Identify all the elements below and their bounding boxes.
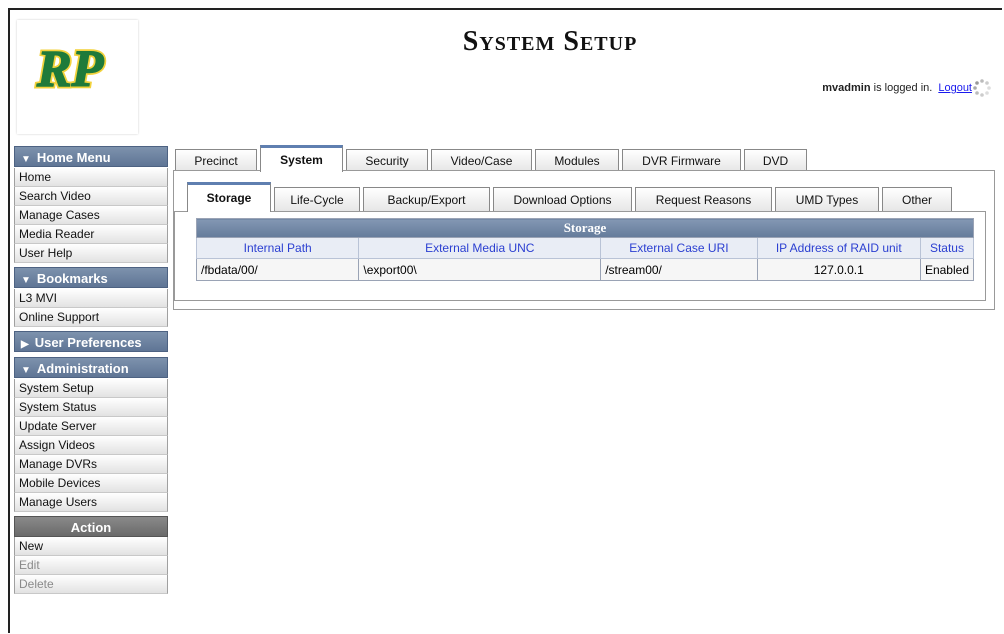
username: mvadmin: [822, 82, 871, 94]
sidebar-item-online-support[interactable]: Online Support: [14, 308, 168, 327]
page-title: System Setup: [462, 26, 638, 57]
loading-spinner-icon: [973, 79, 991, 97]
triangle-right-icon: ▶: [21, 339, 29, 350]
sidebar-item-manage-dvrs[interactable]: Manage DVRs: [14, 455, 168, 474]
triangle-down-icon: ▼: [21, 365, 31, 376]
tab-dvr-firmware[interactable]: DVR Firmware: [622, 149, 741, 171]
table-header-row: Internal Path External Media UNC Externa…: [195, 237, 975, 259]
triangle-down-icon: ▼: [21, 154, 31, 165]
action-edit: Edit: [14, 556, 168, 575]
table-row[interactable]: /fbdata/00/ \export00\ /stream00/ 127.0.…: [195, 258, 975, 281]
home-menu-header[interactable]: ▼ Home Menu: [14, 146, 168, 167]
col-external-case-uri: External Case URI: [600, 237, 758, 259]
sidebar-item-update-server[interactable]: Update Server: [14, 417, 168, 436]
tab-modules[interactable]: Modules: [535, 149, 619, 171]
action-delete: Delete: [14, 575, 168, 594]
logo: RP RP: [17, 20, 138, 134]
action-header: Action: [14, 516, 168, 537]
administration-header[interactable]: ▼ Administration: [14, 357, 168, 378]
sidebar-item-manage-users[interactable]: Manage Users: [14, 493, 168, 512]
sidebar-item-media-reader[interactable]: Media Reader: [14, 225, 168, 244]
sidebar-item-assign-videos[interactable]: Assign Videos: [14, 436, 168, 455]
cell-internal-path: /fbdata/00/: [195, 258, 360, 281]
logout-link[interactable]: Logout: [938, 82, 972, 94]
subtab-download-options[interactable]: Download Options: [493, 187, 632, 211]
sidebar-item-mobile-devices[interactable]: Mobile Devices: [14, 474, 168, 493]
login-text: is logged in.: [870, 82, 933, 94]
col-external-media-unc: External Media UNC: [358, 237, 602, 259]
sidebar-item-l3-mvi[interactable]: L3 MVI: [14, 289, 168, 308]
subtab-backup-export[interactable]: Backup/Export: [363, 187, 490, 211]
storage-table: Storage Internal Path External Media UNC…: [195, 218, 975, 281]
sidebar-item-home[interactable]: Home: [14, 168, 168, 187]
cell-status: Enabled: [919, 258, 975, 281]
cell-external-media-unc: \export00\: [358, 258, 602, 281]
sidebar-item-system-setup[interactable]: System Setup: [14, 379, 168, 398]
login-status: mvadmin is logged in. Logout: [822, 82, 972, 94]
cell-ip-address: 127.0.0.1: [756, 258, 921, 281]
svg-text:RP: RP: [36, 41, 105, 98]
cell-external-case-uri: /stream00/: [600, 258, 758, 281]
bookmarks-header[interactable]: ▼ Bookmarks: [14, 267, 168, 288]
subtab-other[interactable]: Other: [882, 187, 952, 211]
action-new[interactable]: New: [14, 537, 168, 556]
sidebar-item-search-video[interactable]: Search Video: [14, 187, 168, 206]
col-status: Status: [919, 237, 975, 259]
sidebar: ▼ Home Menu Home Search Video Manage Case…: [14, 146, 168, 594]
system-panel: Storage Life-Cycle Backup/Export Downloa…: [173, 170, 995, 310]
tab-video-case[interactable]: Video/Case: [431, 149, 532, 171]
col-ip-address: IP Address of RAID unit: [756, 237, 921, 259]
subtab-life-cycle[interactable]: Life-Cycle: [274, 187, 360, 211]
subtab-umd-types[interactable]: UMD Types: [775, 187, 879, 211]
sidebar-item-user-help[interactable]: User Help: [14, 244, 168, 263]
subtab-storage[interactable]: Storage: [187, 182, 271, 212]
tab-system[interactable]: System: [260, 145, 343, 172]
subtab-request-reasons[interactable]: Request Reasons: [635, 187, 772, 211]
tab-security[interactable]: Security: [346, 149, 428, 171]
triangle-down-icon: ▼: [21, 275, 31, 286]
sidebar-item-system-status[interactable]: System Status: [14, 398, 168, 417]
tab-dvd[interactable]: DVD: [744, 149, 807, 171]
sidebar-item-manage-cases[interactable]: Manage Cases: [14, 206, 168, 225]
col-internal-path: Internal Path: [195, 237, 360, 259]
table-caption: Storage: [196, 218, 974, 238]
user-preferences-header[interactable]: ▶ User Preferences: [14, 331, 168, 352]
tab-precinct[interactable]: Precinct: [175, 149, 257, 171]
